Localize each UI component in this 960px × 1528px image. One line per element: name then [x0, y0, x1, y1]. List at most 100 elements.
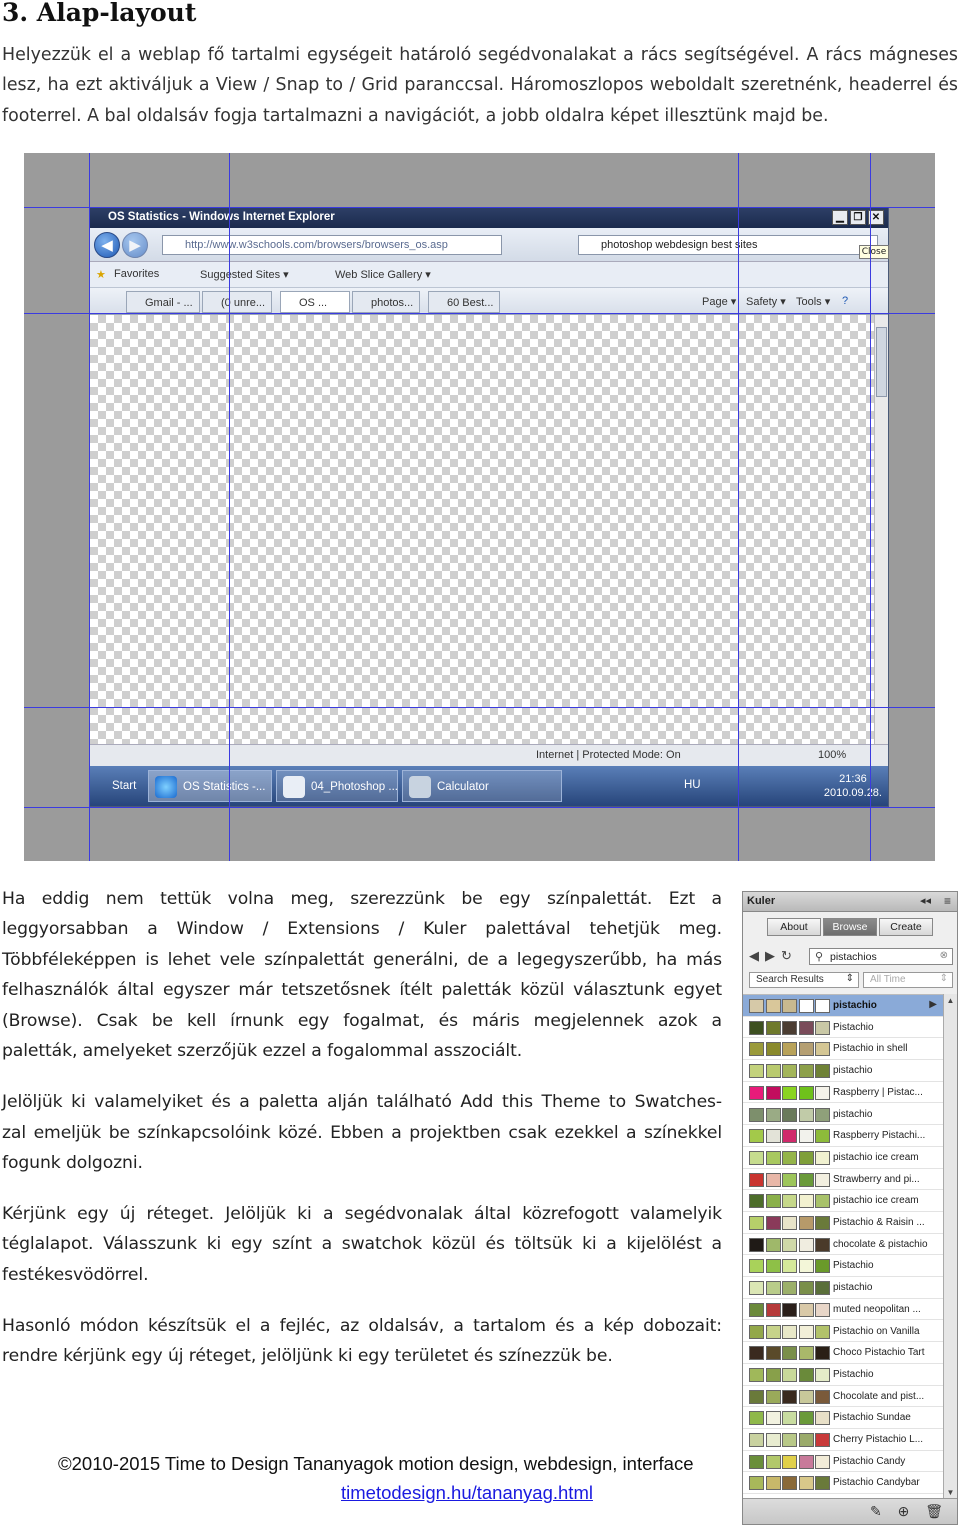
theme-row[interactable]: Pistachio in shell: [743, 1038, 943, 1061]
page-menu[interactable]: Page ▾: [702, 295, 736, 308]
theme-row[interactable]: pistachio: [743, 1104, 943, 1126]
window-title: OS Statistics - Windows Internet Explore…: [108, 211, 335, 223]
color-swatch: [815, 1281, 830, 1296]
safety-menu[interactable]: Safety ▾: [746, 295, 786, 308]
color-swatch: [782, 1064, 797, 1079]
minimize-icon[interactable]: ▁: [832, 210, 848, 225]
tab-photoshop[interactable]: photos...: [352, 291, 421, 313]
color-swatch: [749, 1085, 764, 1100]
theme-row[interactable]: Pistachio Candybar: [743, 1472, 943, 1495]
theme-expand-icon[interactable]: ▶: [929, 999, 937, 1010]
paragraph-3-line: festékesvödörrel.: [2, 1265, 149, 1285]
theme-row[interactable]: Raspberry | Pistac...: [743, 1082, 943, 1104]
status-zoom[interactable]: 100%: [818, 749, 846, 761]
paragraph-1-line: leggyorsabban a Window / Extensions / Ku…: [2, 919, 722, 939]
taskbar-clock[interactable]: 21:36 2010.09.28.: [824, 772, 882, 800]
color-swatch: [782, 1367, 797, 1382]
restore-icon[interactable]: ❐: [850, 210, 866, 225]
footer-link[interactable]: timetodesign.hu/tananyag.html: [341, 1482, 593, 1504]
theme-row[interactable]: pistachio ice cream: [743, 1190, 943, 1212]
start-button[interactable]: Start: [94, 770, 146, 802]
theme-row[interactable]: pistachio ice cream: [743, 1147, 943, 1169]
taskbar-item-browser[interactable]: OS Statistics -...: [148, 770, 272, 802]
theme-row[interactable]: Pistachio Candy: [743, 1451, 943, 1473]
color-swatch: [815, 1302, 830, 1317]
theme-row[interactable]: Pistachio Sundae: [743, 1407, 943, 1429]
color-swatch: [765, 1367, 781, 1382]
theme-row[interactable]: Pistachio & Raisin ...: [743, 1212, 943, 1234]
language-indicator[interactable]: HU: [684, 779, 701, 791]
scroll-up-icon[interactable]: ▲: [944, 994, 957, 1008]
color-swatch: [749, 1389, 764, 1404]
theme-row[interactable]: pistachio ▶: [743, 995, 943, 1017]
prev-arrow-icon[interactable]: ◀: [749, 948, 765, 963]
theme-row[interactable]: Raspberry Pistachi...: [743, 1125, 943, 1147]
theme-list-scrollbar[interactable]: ▲ ▼: [943, 994, 957, 1500]
taskbar-item-photoshop[interactable]: 04_Photoshop ...: [276, 770, 398, 802]
next-arrow-icon[interactable]: ▶: [765, 948, 781, 963]
tools-menu[interactable]: Tools ▾: [796, 295, 830, 308]
create-button[interactable]: Create: [879, 918, 933, 936]
tab-gmail[interactable]: Gmail - ...: [126, 291, 200, 313]
taskbar-item-calculator[interactable]: Calculator: [402, 770, 562, 802]
scrollbar-thumb[interactable]: [876, 327, 887, 397]
forward-arrow-icon[interactable]: ▶: [122, 232, 148, 258]
color-swatch: [749, 1129, 764, 1144]
theme-row[interactable]: pistachio: [743, 1277, 943, 1299]
web-slice-gallery-link[interactable]: Web Slice Gallery ▾: [335, 268, 431, 281]
taskbar-item-label: Calculator: [437, 781, 489, 793]
back-arrow-icon[interactable]: ◀: [94, 232, 120, 258]
results-filter-select[interactable]: Search Results ⇕: [749, 972, 859, 988]
theme-row[interactable]: Pistachio on Vanilla: [743, 1321, 943, 1343]
refresh-icon[interactable]: ↻: [781, 948, 798, 963]
kuler-panel-header: Kuler ◂◂ ≡: [743, 892, 957, 912]
theme-row[interactable]: Pistachio: [743, 1255, 943, 1278]
theme-row[interactable]: Choco Pistachio Tart: [743, 1342, 943, 1364]
search-input[interactable]: photoshop webdesign best sites: [578, 235, 878, 255]
color-swatch: [749, 1476, 764, 1491]
theme-row[interactable]: pistachio: [743, 1060, 943, 1082]
about-button[interactable]: About: [767, 918, 821, 936]
color-swatch: [798, 1194, 814, 1209]
kuler-footer-icons[interactable]: ✎ ⊕ 🗑: [870, 1503, 949, 1520]
browse-button[interactable]: Browse: [823, 918, 877, 936]
time-filter-select[interactable]: All Time ⇕: [863, 972, 953, 988]
color-swatch: [815, 1042, 830, 1057]
horizontal-guide: [24, 807, 935, 808]
theme-name: Raspberry Pistachi...: [833, 1130, 926, 1142]
color-swatch: [749, 1454, 764, 1469]
favorites-star-icon: ★: [96, 269, 106, 281]
theme-row[interactable]: Strawberry and pi...: [743, 1169, 943, 1191]
tab-unread[interactable]: (0 unre...: [202, 291, 273, 313]
theme-row[interactable]: muted neopolitan ...: [743, 1299, 943, 1321]
kuler-panel: Kuler ◂◂ ≡ About Browse Create ◀▶↻ ⚲ pis…: [742, 891, 958, 1525]
color-swatch: [765, 1237, 781, 1252]
theme-row[interactable]: Chocolate and pist...: [743, 1386, 943, 1408]
theme-row[interactable]: Cherry Pistachio L...: [743, 1429, 943, 1451]
status-zone: Internet | Protected Mode: On: [536, 749, 681, 761]
collapse-arrows-icon[interactable]: ◂◂: [920, 894, 931, 907]
browser-title-bar: OS Statistics - Windows Internet Explore…: [90, 208, 888, 228]
tab-os-statistics[interactable]: OS ...: [280, 291, 350, 313]
help-icon[interactable]: ?: [842, 295, 848, 307]
theme-row[interactable]: chocolate & pistachio: [743, 1234, 943, 1256]
address-input[interactable]: http://www.w3schools.com/browsers/browse…: [162, 235, 502, 255]
theme-row[interactable]: Pistachio: [743, 1364, 943, 1386]
favorites-button[interactable]: Favorites: [114, 268, 159, 280]
panel-menu-icon[interactable]: ≡: [944, 894, 951, 908]
theme-name: Chocolate and pist...: [833, 1390, 925, 1402]
color-swatch: [815, 1346, 830, 1361]
color-swatch: [765, 1346, 781, 1361]
kuler-search-input[interactable]: ⚲ pistachios ⊗: [809, 948, 953, 965]
browser-scrollbar[interactable]: [874, 315, 888, 744]
theme-row[interactable]: Pistachio: [743, 1017, 943, 1039]
tab-60-best[interactable]: 60 Best...: [428, 291, 501, 313]
clear-search-icon[interactable]: ⊗: [940, 950, 948, 961]
kuler-panel-tab[interactable]: Kuler: [747, 895, 775, 907]
browser-status-bar: Internet | Protected Mode: On 100%: [90, 744, 888, 766]
color-swatch: [815, 1107, 830, 1122]
color-swatch: [749, 1346, 764, 1361]
suggested-sites-link[interactable]: Suggested Sites ▾: [200, 268, 289, 281]
copyright-text: ©2010-2015 Time to Design Tananyagok mot…: [58, 1453, 694, 1474]
browser-window: OS Statistics - Windows Internet Explore…: [89, 207, 889, 807]
